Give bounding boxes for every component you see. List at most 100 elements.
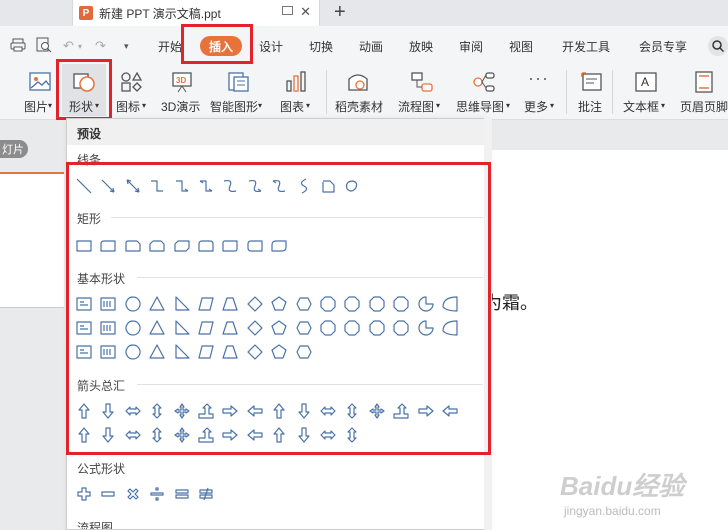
- shape-item-icon[interactable]: [148, 343, 166, 361]
- tab-transitions[interactable]: 切换: [309, 38, 333, 55]
- shape-item-icon[interactable]: [99, 177, 117, 195]
- shape-item-icon[interactable]: [75, 319, 93, 337]
- shape-item-icon[interactable]: [295, 295, 313, 313]
- document-tab[interactable]: P 新建 PPT 演示文稿.ppt ✕: [72, 0, 320, 26]
- shape-item-icon[interactable]: [368, 402, 386, 420]
- shape-item-icon[interactable]: [148, 426, 166, 444]
- search-button[interactable]: [708, 36, 728, 56]
- shape-item-icon[interactable]: [99, 319, 117, 337]
- shape-item-icon[interactable]: [343, 319, 361, 337]
- shape-item-icon[interactable]: [221, 177, 239, 195]
- undo-dropdown-icon[interactable]: ▾: [78, 42, 82, 51]
- shape-item-icon[interactable]: [368, 319, 386, 337]
- shape-item-icon[interactable]: [173, 343, 191, 361]
- shape-item-icon[interactable]: [295, 426, 313, 444]
- shape-item-icon[interactable]: [75, 485, 93, 503]
- shape-item-icon[interactable]: [270, 177, 288, 195]
- tab-design[interactable]: 设计: [259, 38, 283, 55]
- shape-item-icon[interactable]: [173, 177, 191, 195]
- shape-item-icon[interactable]: [173, 485, 191, 503]
- shape-item-icon[interactable]: [295, 177, 313, 195]
- shape-item-icon[interactable]: [148, 295, 166, 313]
- shape-item-icon[interactable]: [197, 402, 215, 420]
- shape-item-icon[interactable]: [75, 343, 93, 361]
- shape-item-icon[interactable]: [148, 237, 166, 255]
- shape-item-icon[interactable]: [99, 295, 117, 313]
- shape-item-icon[interactable]: [221, 237, 239, 255]
- customize-toolbar-icon[interactable]: ▾: [124, 41, 129, 52]
- shape-item-icon[interactable]: [197, 343, 215, 361]
- tab-view[interactable]: 视图: [509, 38, 533, 55]
- shape-item-icon[interactable]: [343, 177, 361, 195]
- shape-item-icon[interactable]: [221, 426, 239, 444]
- shape-item-icon[interactable]: [221, 319, 239, 337]
- shape-item-icon[interactable]: [124, 343, 142, 361]
- shape-item-icon[interactable]: [270, 402, 288, 420]
- shape-item-icon[interactable]: [75, 295, 93, 313]
- shape-item-icon[interactable]: [246, 426, 264, 444]
- tab-member[interactable]: 会员专享: [639, 38, 687, 55]
- tab-developer[interactable]: 开发工具: [562, 38, 610, 55]
- shape-item-icon[interactable]: [197, 177, 215, 195]
- shape-item-icon[interactable]: [392, 319, 410, 337]
- shape-item-icon[interactable]: [197, 485, 215, 503]
- shape-item-icon[interactable]: [173, 295, 191, 313]
- shape-item-icon[interactable]: [99, 426, 117, 444]
- shape-item-icon[interactable]: [295, 319, 313, 337]
- tab-slideshow[interactable]: 放映: [409, 38, 433, 55]
- shape-item-icon[interactable]: [197, 237, 215, 255]
- shape-item-icon[interactable]: [124, 295, 142, 313]
- print-preview-icon[interactable]: [36, 37, 52, 53]
- shape-item-icon[interactable]: [343, 426, 361, 444]
- slides-pane-tab[interactable]: 灯片: [0, 140, 28, 158]
- shape-item-icon[interactable]: [343, 295, 361, 313]
- shape-item-icon[interactable]: [124, 319, 142, 337]
- shape-item-icon[interactable]: [124, 485, 142, 503]
- shape-item-icon[interactable]: [270, 295, 288, 313]
- new-tab-button[interactable]: +: [334, 1, 346, 24]
- shape-item-icon[interactable]: [270, 237, 288, 255]
- shape-item-icon[interactable]: [124, 402, 142, 420]
- shape-item-icon[interactable]: [99, 237, 117, 255]
- shape-item-icon[interactable]: [417, 319, 435, 337]
- shape-item-icon[interactable]: [368, 295, 386, 313]
- shape-item-icon[interactable]: [99, 343, 117, 361]
- tab-animations[interactable]: 动画: [359, 38, 383, 55]
- shape-item-icon[interactable]: [75, 426, 93, 444]
- undo-icon[interactable]: ↶: [63, 38, 74, 54]
- shape-item-icon[interactable]: [270, 343, 288, 361]
- shape-item-icon[interactable]: [173, 402, 191, 420]
- shape-item-icon[interactable]: [197, 319, 215, 337]
- shape-item-icon[interactable]: [319, 319, 337, 337]
- shape-item-icon[interactable]: [246, 319, 264, 337]
- shape-item-icon[interactable]: [319, 177, 337, 195]
- shape-item-icon[interactable]: [246, 237, 264, 255]
- close-tab-icon[interactable]: ✕: [300, 4, 311, 20]
- shape-item-icon[interactable]: [270, 319, 288, 337]
- tab-home[interactable]: 开始: [158, 38, 182, 55]
- panel-scrollbar[interactable]: [484, 118, 492, 530]
- shape-item-icon[interactable]: [392, 295, 410, 313]
- shape-item-icon[interactable]: [441, 402, 459, 420]
- shape-item-icon[interactable]: [246, 402, 264, 420]
- redo-icon[interactable]: ↷: [95, 38, 106, 54]
- shape-item-icon[interactable]: [99, 485, 117, 503]
- print-icon[interactable]: [10, 38, 26, 52]
- tab-preview-icon[interactable]: [282, 6, 293, 15]
- shape-item-icon[interactable]: [197, 295, 215, 313]
- shape-item-icon[interactable]: [75, 402, 93, 420]
- shape-item-icon[interactable]: [221, 343, 239, 361]
- shape-item-icon[interactable]: [392, 402, 410, 420]
- shape-item-icon[interactable]: [441, 295, 459, 313]
- shape-item-icon[interactable]: [246, 295, 264, 313]
- shape-item-icon[interactable]: [148, 177, 166, 195]
- shape-item-icon[interactable]: [295, 343, 313, 361]
- shape-item-icon[interactable]: [417, 295, 435, 313]
- shape-item-icon[interactable]: [75, 177, 93, 195]
- shape-item-icon[interactable]: [246, 177, 264, 195]
- shape-item-icon[interactable]: [99, 402, 117, 420]
- tab-review[interactable]: 审阅: [459, 38, 483, 55]
- slide-thumbnail[interactable]: [0, 172, 64, 308]
- shape-item-icon[interactable]: [124, 237, 142, 255]
- shape-item-icon[interactable]: [319, 402, 337, 420]
